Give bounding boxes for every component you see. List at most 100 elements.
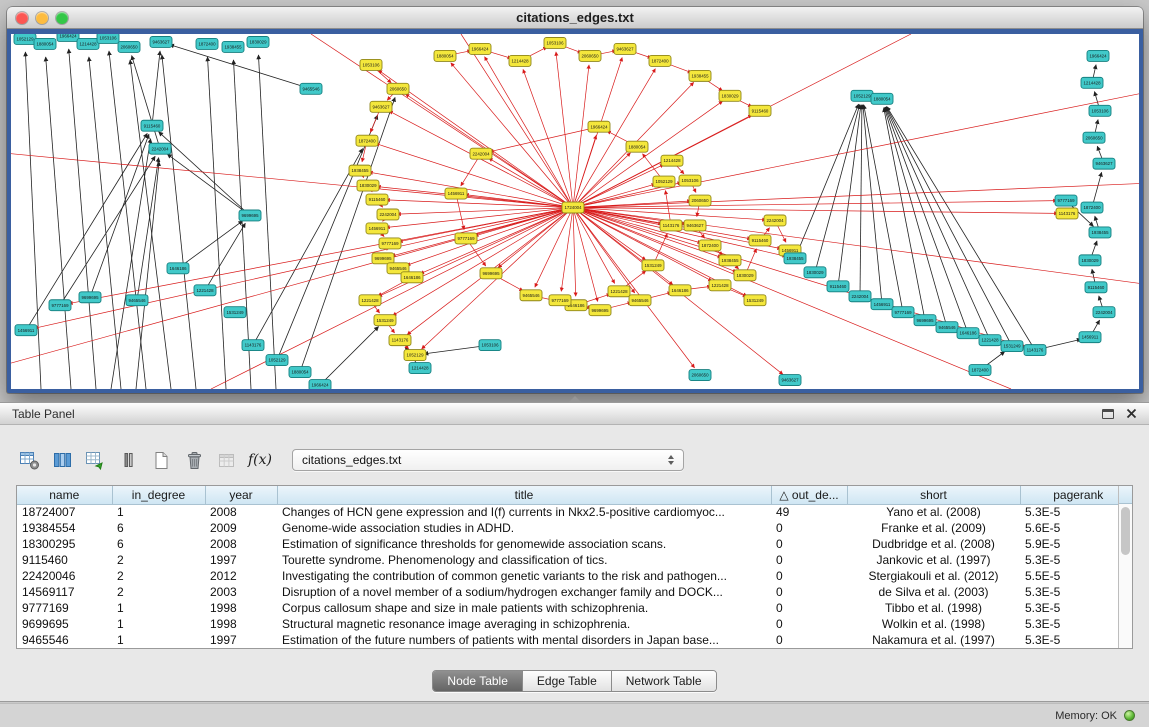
table-cell[interactable]: 2 [112, 584, 205, 600]
table-cell[interactable]: 9465546 [17, 632, 112, 648]
table-cell[interactable]: Wolkin et al. (1998) [847, 616, 1020, 632]
network-node[interactable]: 9699695 [480, 268, 502, 279]
float-panel-icon[interactable] [1102, 409, 1114, 419]
column-header[interactable]: in_degree [112, 486, 205, 504]
network-node[interactable]: 1214428 [509, 55, 531, 66]
table-row[interactable]: 969969511998Structural magnetic resonanc… [17, 616, 1118, 632]
table-cell[interactable]: 5.6E-5 [1020, 520, 1118, 536]
network-node[interactable]: 1221428 [194, 285, 216, 296]
window-zoom-button[interactable] [56, 12, 68, 24]
network-node[interactable]: 2060650 [1083, 132, 1105, 143]
network-node[interactable]: 2060650 [689, 370, 711, 381]
table-cell[interactable]: 1998 [205, 616, 277, 632]
table-options-button[interactable] [214, 447, 240, 473]
table-cell[interactable]: 2003 [205, 584, 277, 600]
table-cell[interactable]: 1998 [205, 600, 277, 616]
table-row[interactable]: 911546021997Tourette syndrome. Phenomeno… [17, 552, 1118, 568]
network-node[interactable]: 1938455 [719, 255, 741, 266]
network-node[interactable]: 1880054 [434, 50, 456, 61]
table-cell[interactable]: 5.3E-5 [1020, 600, 1118, 616]
network-node[interactable]: 1872400 [1081, 202, 1103, 213]
column-header[interactable]: name [17, 486, 112, 504]
table-cell[interactable]: 19384554 [17, 520, 112, 536]
table-row[interactable]: 1872400712008Changes of HCN gene express… [17, 504, 1118, 520]
network-node[interactable]: 1456911 [366, 223, 388, 234]
table-cell[interactable]: 14569117 [17, 584, 112, 600]
network-node[interactable]: 2242004 [377, 209, 399, 220]
table-cell[interactable]: Franke et al. (2009) [847, 520, 1020, 536]
network-node[interactable]: 1052129 [653, 176, 675, 187]
function-builder-button[interactable]: f(x) [247, 447, 273, 473]
network-node[interactable]: 1531249 [1001, 341, 1023, 352]
network-node[interactable]: 1966424 [588, 121, 610, 132]
network-node[interactable]: 9777169 [1055, 195, 1077, 206]
network-node[interactable]: 1053106 [97, 34, 119, 43]
table-cell[interactable]: 0 [771, 616, 847, 632]
table-cell[interactable]: 1 [112, 600, 205, 616]
network-node[interactable]: 1053106 [360, 59, 382, 70]
table-cell[interactable]: 49 [771, 504, 847, 520]
network-node[interactable]: 1221428 [608, 286, 630, 297]
table-cell[interactable]: 2 [112, 568, 205, 584]
network-node[interactable]: 1880054 [34, 38, 56, 49]
table-cell[interactable]: 5.3E-5 [1020, 584, 1118, 600]
table-cell[interactable]: 1 [112, 504, 205, 520]
network-node[interactable]: 1938455 [222, 41, 244, 52]
network-node[interactable]: 9699695 [79, 292, 101, 303]
network-node[interactable]: 1872400 [356, 135, 378, 146]
table-row[interactable]: 946554611997Estimation of the future num… [17, 632, 1118, 648]
network-node[interactable]: 1830029 [719, 90, 741, 101]
table-row[interactable]: 1938455462009Genome-wide association stu… [17, 520, 1118, 536]
network-node[interactable]: 9465546 [300, 83, 322, 94]
table-cell[interactable]: Genome-wide association studies in ADHD. [277, 520, 771, 536]
network-node[interactable]: 2242004 [849, 291, 871, 302]
network-node[interactable]: 9115460 [366, 194, 388, 205]
network-node[interactable]: 9777169 [549, 295, 571, 306]
table-cell[interactable]: 5.3E-5 [1020, 504, 1118, 520]
network-canvas[interactable]: 1724004105310620606509463627187240019384… [11, 34, 1139, 389]
network-node[interactable]: 1143176 [242, 340, 264, 351]
table-cell[interactable]: 9699695 [17, 616, 112, 632]
network-node[interactable]: 1880054 [289, 367, 311, 378]
network-node[interactable]: 1531249 [642, 260, 664, 271]
network-node[interactable]: 1880054 [871, 93, 893, 104]
network-node[interactable]: 1938455 [1089, 227, 1111, 238]
network-node[interactable]: 1143176 [389, 335, 411, 346]
table-cell[interactable]: Investigating the contribution of common… [277, 568, 771, 584]
column-header[interactable]: △ out_de... [771, 486, 847, 504]
network-node[interactable]: 1880054 [626, 141, 648, 152]
network-node[interactable]: 9115460 [1085, 282, 1107, 293]
table-cell[interactable]: Nakamura et al. (1997) [847, 632, 1020, 648]
network-node[interactable]: 9463627 [779, 375, 801, 386]
network-node[interactable]: 1053106 [679, 175, 701, 186]
table-mode-button[interactable] [16, 447, 42, 473]
table-cell[interactable]: 9777169 [17, 600, 112, 616]
network-node[interactable]: 9463627 [684, 220, 706, 231]
network-node[interactable]: 2242004 [1093, 307, 1115, 318]
table-cell[interactable]: 0 [771, 568, 847, 584]
table-cell[interactable]: 5.3E-5 [1020, 552, 1118, 568]
window-close-button[interactable] [16, 12, 28, 24]
row-height-button[interactable] [115, 447, 141, 473]
table-cell[interactable]: Disruption of a novel member of a sodium… [277, 584, 771, 600]
column-visibility-button[interactable] [49, 447, 75, 473]
network-node[interactable]: 9115460 [141, 120, 163, 131]
table-cell[interactable]: 0 [771, 600, 847, 616]
network-node[interactable]: 9777169 [379, 238, 401, 249]
network-node[interactable]: 1531249 [374, 315, 396, 326]
table-row[interactable]: 2242004622012Investigating the contribut… [17, 568, 1118, 584]
network-node[interactable]: 1646186 [401, 272, 423, 283]
network-node[interactable]: 9115460 [827, 281, 849, 292]
table-cell[interactable]: Stergiakouli et al. (2012) [847, 568, 1020, 584]
network-node[interactable]: 9699695 [589, 305, 611, 316]
tab-node-table[interactable]: Node Table [433, 671, 522, 691]
network-window-titlebar[interactable]: citations_edges.txt [7, 7, 1143, 29]
network-node[interactable]: 2060650 [118, 41, 140, 52]
table-cell[interactable]: Corpus callosum shape and size in male p… [277, 600, 771, 616]
table-selector-dropdown[interactable]: citations_edges.txt [292, 449, 684, 471]
table-cell[interactable]: 18724007 [17, 504, 112, 520]
table-cell[interactable]: 0 [771, 632, 847, 648]
table-cell[interactable]: 22420046 [17, 568, 112, 584]
table-cell[interactable]: 2009 [205, 520, 277, 536]
table-cell[interactable]: 2012 [205, 568, 277, 584]
